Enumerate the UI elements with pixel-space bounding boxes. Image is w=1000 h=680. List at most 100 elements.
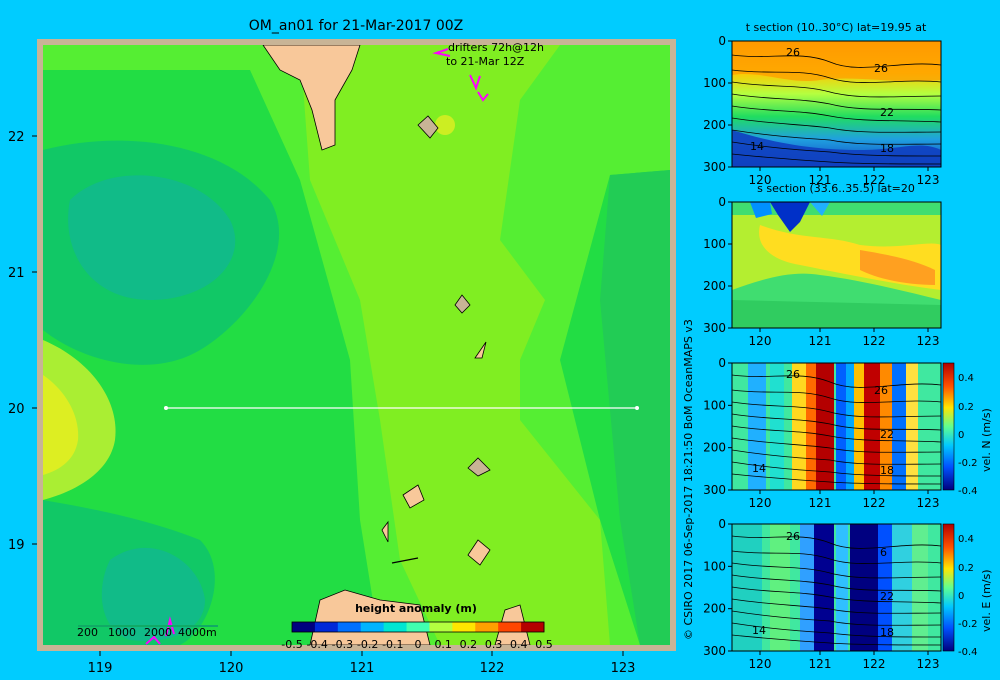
map-lon-axis: 119 120 121 122 123 bbox=[88, 651, 636, 676]
ve-contour-label: 14 bbox=[752, 624, 766, 637]
depth-tick: 100 bbox=[703, 237, 726, 251]
vn-colorbar-tick: 0 bbox=[958, 430, 964, 441]
colorbar-swatch bbox=[406, 622, 430, 632]
colorbar-tick: 0 bbox=[415, 638, 422, 651]
t-contour-label: 26 bbox=[874, 62, 888, 75]
colorbar-tick: 0.3 bbox=[485, 638, 503, 651]
depth-tick: 200 bbox=[703, 602, 726, 616]
depth-tick: 0 bbox=[718, 195, 726, 209]
vn-contour-label: 26 bbox=[786, 368, 800, 381]
lon-tick: 122 bbox=[863, 657, 886, 671]
map-lon-tick: 119 bbox=[88, 661, 113, 676]
depth-legend-1000: 1000 bbox=[108, 626, 136, 639]
depth-tick: 300 bbox=[703, 483, 726, 497]
colorbar-title: height anomaly (m) bbox=[355, 602, 477, 615]
map-lon-tick: 121 bbox=[350, 661, 375, 676]
colorbar-tick: -0.5 bbox=[281, 638, 302, 651]
t-contour-label: 18 bbox=[880, 142, 894, 155]
lon-tick: 121 bbox=[809, 657, 832, 671]
depth-tick: 0 bbox=[718, 517, 726, 531]
vn-contour-label: 22 bbox=[880, 428, 894, 441]
ve-contour-label: 18 bbox=[880, 626, 894, 639]
map-lon-tick: 120 bbox=[219, 661, 244, 676]
t-contour-label: 14 bbox=[750, 140, 764, 153]
colorbar-swatch bbox=[314, 622, 339, 632]
depth-legend-4000: 4000m bbox=[178, 626, 217, 639]
colorbar-tick: -0.2 bbox=[357, 638, 378, 651]
depth-tick: 100 bbox=[703, 76, 726, 90]
ve-colorbar-tick: -0.2 bbox=[958, 619, 978, 630]
colorbar-tick: 0.5 bbox=[535, 638, 553, 651]
lon-tick: 121 bbox=[809, 496, 832, 510]
lon-tick: 123 bbox=[917, 657, 940, 671]
colorbar-tick: 0.2 bbox=[460, 638, 478, 651]
drifter-note-line2: to 21-Mar 12Z bbox=[446, 55, 525, 68]
map-lat-tick: 21 bbox=[8, 266, 25, 281]
t-section-panel: t section (10..30°C) lat=19.95 at 26 26 … bbox=[731, 21, 942, 168]
lon-tick: 121 bbox=[809, 334, 832, 348]
vn-colorbar bbox=[942, 362, 955, 491]
s-section-panel: s section (33.6..35.5) lat=20 bbox=[731, 182, 942, 329]
map-lat-tick: 20 bbox=[8, 402, 25, 417]
colorbar-swatch bbox=[292, 622, 316, 632]
vn-section-panel: 26 26 22 18 14 0.4 0.2 0 -0.2 -0.4 vel. … bbox=[731, 362, 993, 497]
depth-tick: 300 bbox=[703, 321, 726, 335]
depth-tick: 200 bbox=[703, 279, 726, 293]
depth-tick: 300 bbox=[703, 160, 726, 174]
s-section-title: s section (33.6..35.5) lat=20 bbox=[757, 182, 915, 195]
map-title: OM_an01 for 21-Mar-2017 00Z bbox=[249, 18, 463, 34]
vn-colorbar-tick: 0.4 bbox=[958, 373, 974, 384]
vn-colorbar-tick: -0.4 bbox=[958, 486, 978, 497]
ve-colorbar-tick: 0 bbox=[958, 591, 964, 602]
colorbar-tick: -0.1 bbox=[382, 638, 403, 651]
drifter-note-line1: drifters 72h@12h bbox=[448, 41, 544, 54]
vn-contour-label: 14 bbox=[752, 462, 766, 475]
lon-tick: 123 bbox=[917, 496, 940, 510]
colorbar-swatch bbox=[360, 622, 385, 632]
lon-tick: 123 bbox=[917, 334, 940, 348]
depth-tick: 0 bbox=[718, 34, 726, 48]
vn-colorbar-label: vel. N (m/s) bbox=[980, 408, 993, 472]
depth-legend-200: 200 bbox=[77, 626, 98, 639]
ve-colorbar-tick: -0.4 bbox=[958, 647, 978, 658]
colorbar-tick: 0.4 bbox=[510, 638, 528, 651]
lon-tick: 121 bbox=[809, 173, 832, 187]
lon-tick: 122 bbox=[863, 334, 886, 348]
vn-contour-label: 18 bbox=[880, 464, 894, 477]
ve-contour-label: 26 bbox=[786, 530, 800, 543]
lon-tick: 120 bbox=[749, 657, 772, 671]
t-contour-label: 22 bbox=[880, 106, 894, 119]
copyright-note: © CSIRO 2017 06-Sep-2017 18:21:50 BoM Oc… bbox=[682, 319, 695, 640]
colorbar-swatch bbox=[475, 622, 499, 632]
depth-tick: 200 bbox=[703, 118, 726, 132]
colorbar-tick: -0.3 bbox=[332, 638, 353, 651]
ve-section-panel: 26 6 22 18 14 0.4 0.2 0 -0.2 -0.4 vel. E… bbox=[731, 523, 993, 658]
lon-tick: 122 bbox=[863, 496, 886, 510]
ve-colorbar-tick: 0.4 bbox=[958, 534, 974, 545]
colorbar-swatch bbox=[498, 622, 522, 632]
colorbar-tick: -0.4 bbox=[306, 638, 327, 651]
colorbar-tick: 0.1 bbox=[434, 638, 452, 651]
lon-tick: 123 bbox=[917, 173, 940, 187]
depth-tick: 100 bbox=[703, 398, 726, 412]
colorbar-swatch bbox=[383, 622, 408, 632]
map-lat-axis: 22 21 20 19 bbox=[8, 130, 37, 553]
lon-tick: 122 bbox=[863, 173, 886, 187]
depth-tick: 100 bbox=[703, 559, 726, 573]
map-lon-tick: 123 bbox=[611, 661, 636, 676]
map-lon-tick: 122 bbox=[480, 661, 505, 676]
depth-legend-2000: 2000 bbox=[144, 626, 172, 639]
ve-colorbar-label: vel. E (m/s) bbox=[980, 569, 993, 632]
colorbar-swatch bbox=[337, 622, 362, 632]
lon-tick: 120 bbox=[749, 496, 772, 510]
vn-colorbar-tick: -0.2 bbox=[958, 458, 978, 469]
t-section-title: t section (10..30°C) lat=19.95 at bbox=[746, 21, 927, 34]
ve-colorbar bbox=[942, 523, 955, 652]
map-lat-tick: 19 bbox=[8, 538, 25, 553]
ve-contour-label: 6 bbox=[880, 546, 887, 559]
vn-contour-label: 26 bbox=[874, 384, 888, 397]
ve-contour-label: 22 bbox=[880, 590, 894, 603]
t-contour-label: 26 bbox=[786, 46, 800, 59]
colorbar-swatch bbox=[429, 622, 453, 632]
vn-colorbar-tick: 0.2 bbox=[958, 402, 974, 413]
